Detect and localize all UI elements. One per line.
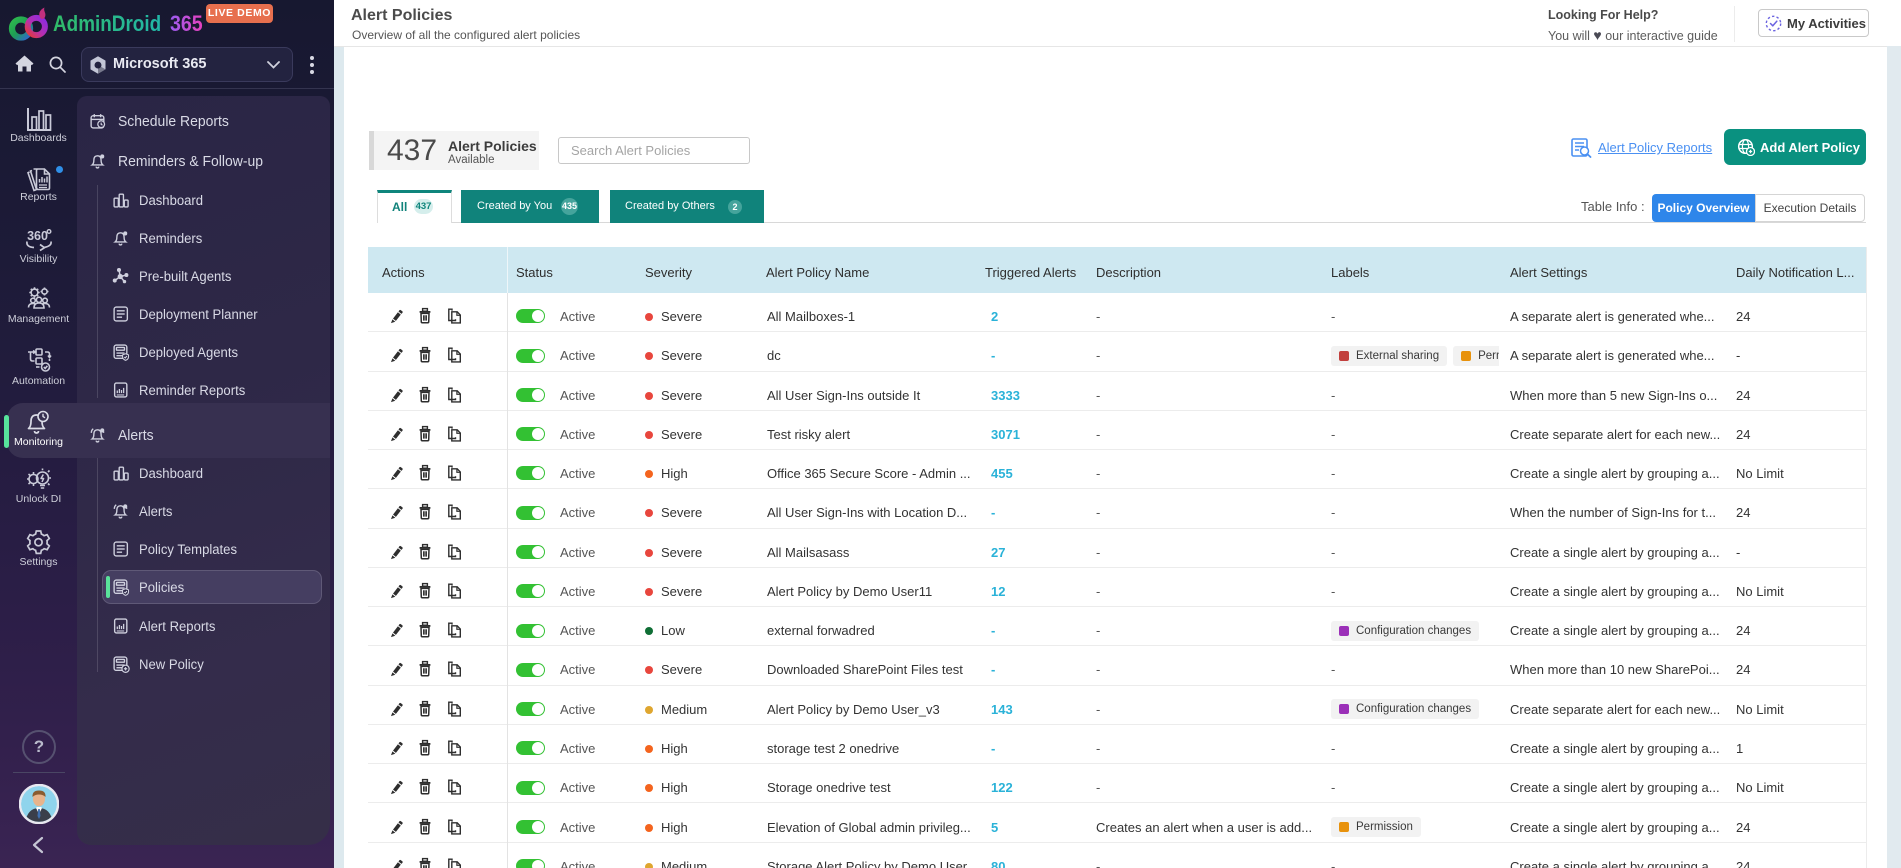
svg-text:360: 360 bbox=[27, 229, 48, 243]
